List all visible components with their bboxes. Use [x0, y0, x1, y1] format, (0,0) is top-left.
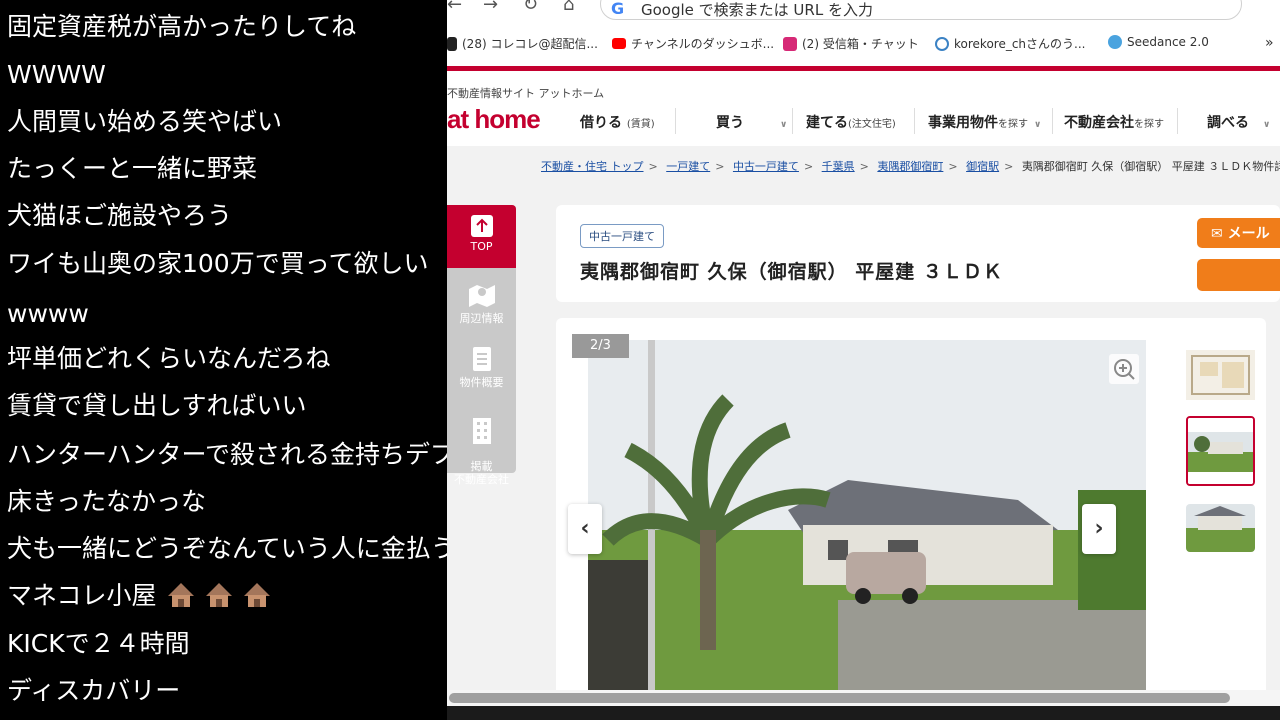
- chat-message: マネコレ小屋: [7, 581, 271, 611]
- main-content: 不動産・住宅 トップ > 一戸建て > 中古一戸建て > 千葉県 > 夷隅郡御宿町 > 御…: [447, 146, 1280, 720]
- chat-message: WWWW: [7, 60, 106, 89]
- browser-toolbar: ← → ↻ ⌂ G Google で検索または URL を入力: [447, 0, 1280, 28]
- chat-message: ワイも山奥の家100万で買って欲しい: [7, 249, 429, 278]
- chat-message: 賃貸で貸し出しすればいい: [7, 391, 307, 420]
- chat-message: 固定資産税が高かったりしてね: [7, 12, 357, 41]
- breadcrumb-current: 夷隅郡御宿町 久保（御宿駅） 平屋建 ３ＬＤＫ物件詳細: [1021, 160, 1280, 173]
- chat-message: KICKで２４時間: [7, 629, 190, 658]
- sidenav-top-label: TOP: [470, 240, 493, 253]
- breadcrumb-link[interactable]: 不動産・住宅 トップ: [541, 160, 644, 173]
- breadcrumb-link[interactable]: 千葉県: [822, 160, 855, 173]
- chat-message-text: マネコレ小屋: [7, 581, 157, 610]
- site-label: 不動産情報サイト アットホーム: [447, 87, 605, 100]
- chat-message: 床きったなかっな: [7, 487, 207, 516]
- hut-emoji-icon: [168, 583, 195, 607]
- photo-counter: 2/3: [572, 334, 629, 358]
- bookmark-item[interactable]: Seedance 2.0: [1108, 35, 1209, 49]
- forward-arrow-icon[interactable]: →: [483, 0, 498, 15]
- chat-overlay: 固定資産税が高かったりしてね WWWW 人間買い始める笑やばい たっくーと一緒に…: [0, 0, 447, 720]
- photo-thumbnail[interactable]: [1186, 346, 1255, 416]
- sidenav-agent[interactable]: 掲載 不動産会社: [447, 405, 516, 486]
- breadcrumb: 不動産・住宅 トップ > 一戸建て > 中古一戸建て > 千葉県 > 夷隅郡御宿町 > 御…: [541, 158, 1280, 174]
- google-icon: G: [611, 0, 625, 18]
- chat-message: 坪単価どれくらいなんだろね: [7, 344, 331, 373]
- bookmark-item[interactable]: (2) 受信箱・チャット: [783, 35, 919, 52]
- address-bar-text: Google で検索または URL を入力: [641, 1, 873, 19]
- instagram-icon: [783, 36, 797, 51]
- bookmark-favicon-icon: [935, 36, 949, 51]
- sidenav-overview[interactable]: 物件概要: [447, 347, 516, 390]
- nav-business[interactable]: 事業用物件を探す ∨: [928, 112, 1041, 132]
- screen: 固定資産税が高かったりしてね WWWW 人間買い始める笑やばい たっくーと一緒に…: [0, 0, 1280, 720]
- hut-emoji-icon: [206, 583, 233, 607]
- bottom-strip: [447, 706, 1280, 720]
- chevron-down-icon: ∨: [1263, 120, 1271, 130]
- back-arrow-icon[interactable]: ←: [447, 0, 462, 15]
- breadcrumb-link[interactable]: 中古一戸建て: [733, 160, 799, 173]
- chevron-down-icon: ∨: [780, 120, 788, 130]
- bookmark-item[interactable]: korekore_chさんのう...: [935, 35, 1085, 52]
- mail-inquiry-button[interactable]: ✉ メール: [1197, 218, 1280, 248]
- prev-photo-button[interactable]: ‹: [568, 504, 602, 554]
- chat-message: 犬も一緒にどうぞなんていう人に金払う: [7, 534, 447, 563]
- photo-thumbnail-active[interactable]: [1186, 416, 1255, 486]
- home-icon[interactable]: ⌂: [563, 0, 574, 15]
- nav-research[interactable]: 調べる ∨: [1207, 112, 1270, 132]
- nav-divider: [792, 108, 793, 134]
- map-pin-icon: [468, 285, 495, 307]
- browser-window: ← → ↻ ⌂ G Google で検索または URL を入力 (28) コレコ…: [447, 0, 1280, 720]
- sidenav-area-info[interactable]: 周辺情報: [447, 281, 516, 326]
- phone-inquiry-button[interactable]: [1197, 259, 1280, 291]
- nav-build[interactable]: 建てる(注文住宅): [806, 112, 896, 132]
- mail-icon: ✉: [1211, 226, 1228, 242]
- photo-gallery: 2/3 ‹ ›: [556, 318, 1266, 720]
- chevron-down-icon: ∨: [1034, 120, 1042, 130]
- document-icon: [472, 347, 491, 371]
- bookmarks-bar: (28) コレコレ@超配信... チャンネルのダッシュボ... (2) 受信箱・…: [447, 28, 1280, 58]
- chat-message: wwww: [7, 299, 89, 328]
- arrow-up-icon: [470, 215, 493, 237]
- nav-divider: [1052, 108, 1053, 134]
- nav-rent[interactable]: 借りる (賃貸): [580, 112, 655, 132]
- more-bookmarks-icon[interactable]: »: [1265, 35, 1274, 51]
- property-header: 中古一戸建て 夷隅郡御宿町 久保（御宿駅） 平屋建 ３ＬＤＫ ✉ メール: [556, 205, 1280, 302]
- hut-emoji-icon: [244, 583, 271, 607]
- chat-message: 人間買い始める笑やばい: [7, 107, 283, 136]
- next-photo-button[interactable]: ›: [1082, 504, 1116, 554]
- property-type-tag: 中古一戸建て: [580, 224, 664, 248]
- breadcrumb-link[interactable]: 御宿駅: [966, 160, 999, 173]
- brand-bar: [447, 66, 1280, 71]
- address-bar[interactable]: G Google で検索または URL を入力: [600, 0, 1242, 20]
- x-logo-icon: [447, 36, 457, 51]
- bookmark-item[interactable]: チャンネルのダッシュボ...: [612, 35, 774, 52]
- property-photo[interactable]: [588, 340, 1146, 690]
- chat-message: 犬猫ほご施設やろう: [7, 201, 233, 230]
- zoom-in-icon[interactable]: [1109, 354, 1139, 384]
- horizontal-scrollbar[interactable]: [447, 690, 1280, 706]
- chevron-left-icon: ‹: [580, 516, 590, 541]
- chat-message: ディスカバリー: [7, 676, 181, 705]
- nav-agents[interactable]: 不動産会社を探す: [1064, 112, 1164, 132]
- bookmark-item[interactable]: (28) コレコレ@超配信...: [447, 35, 598, 52]
- nav-buy[interactable]: 買う ∨: [716, 112, 787, 132]
- chat-message: たっくーと一緒に野菜: [7, 154, 258, 183]
- scrollbar-thumb[interactable]: [449, 693, 1230, 703]
- reload-icon[interactable]: ↻: [523, 0, 538, 15]
- nav-divider: [1177, 108, 1178, 134]
- breadcrumb-link[interactable]: 夷隅郡御宿町: [877, 160, 943, 173]
- chat-message: ハンターハンターで殺される金持ちデブ: [7, 440, 447, 469]
- sidenav-top[interactable]: TOP: [447, 205, 516, 268]
- chevron-right-icon: ›: [1094, 516, 1104, 541]
- side-nav: TOP 周辺情報 物件概要 掲載 不動産会社: [447, 205, 516, 486]
- nav-divider: [914, 108, 915, 134]
- photo-thumbnail[interactable]: [1186, 504, 1255, 552]
- building-icon: [472, 418, 491, 444]
- seedance-icon: [1108, 35, 1122, 49]
- breadcrumb-link[interactable]: 一戸建て: [666, 160, 710, 173]
- youtube-icon: [612, 38, 626, 49]
- athome-logo[interactable]: at home: [447, 104, 541, 135]
- property-title: 夷隅郡御宿町 久保（御宿駅） 平屋建 ３ＬＤＫ: [580, 261, 1003, 283]
- nav-divider: [675, 108, 676, 134]
